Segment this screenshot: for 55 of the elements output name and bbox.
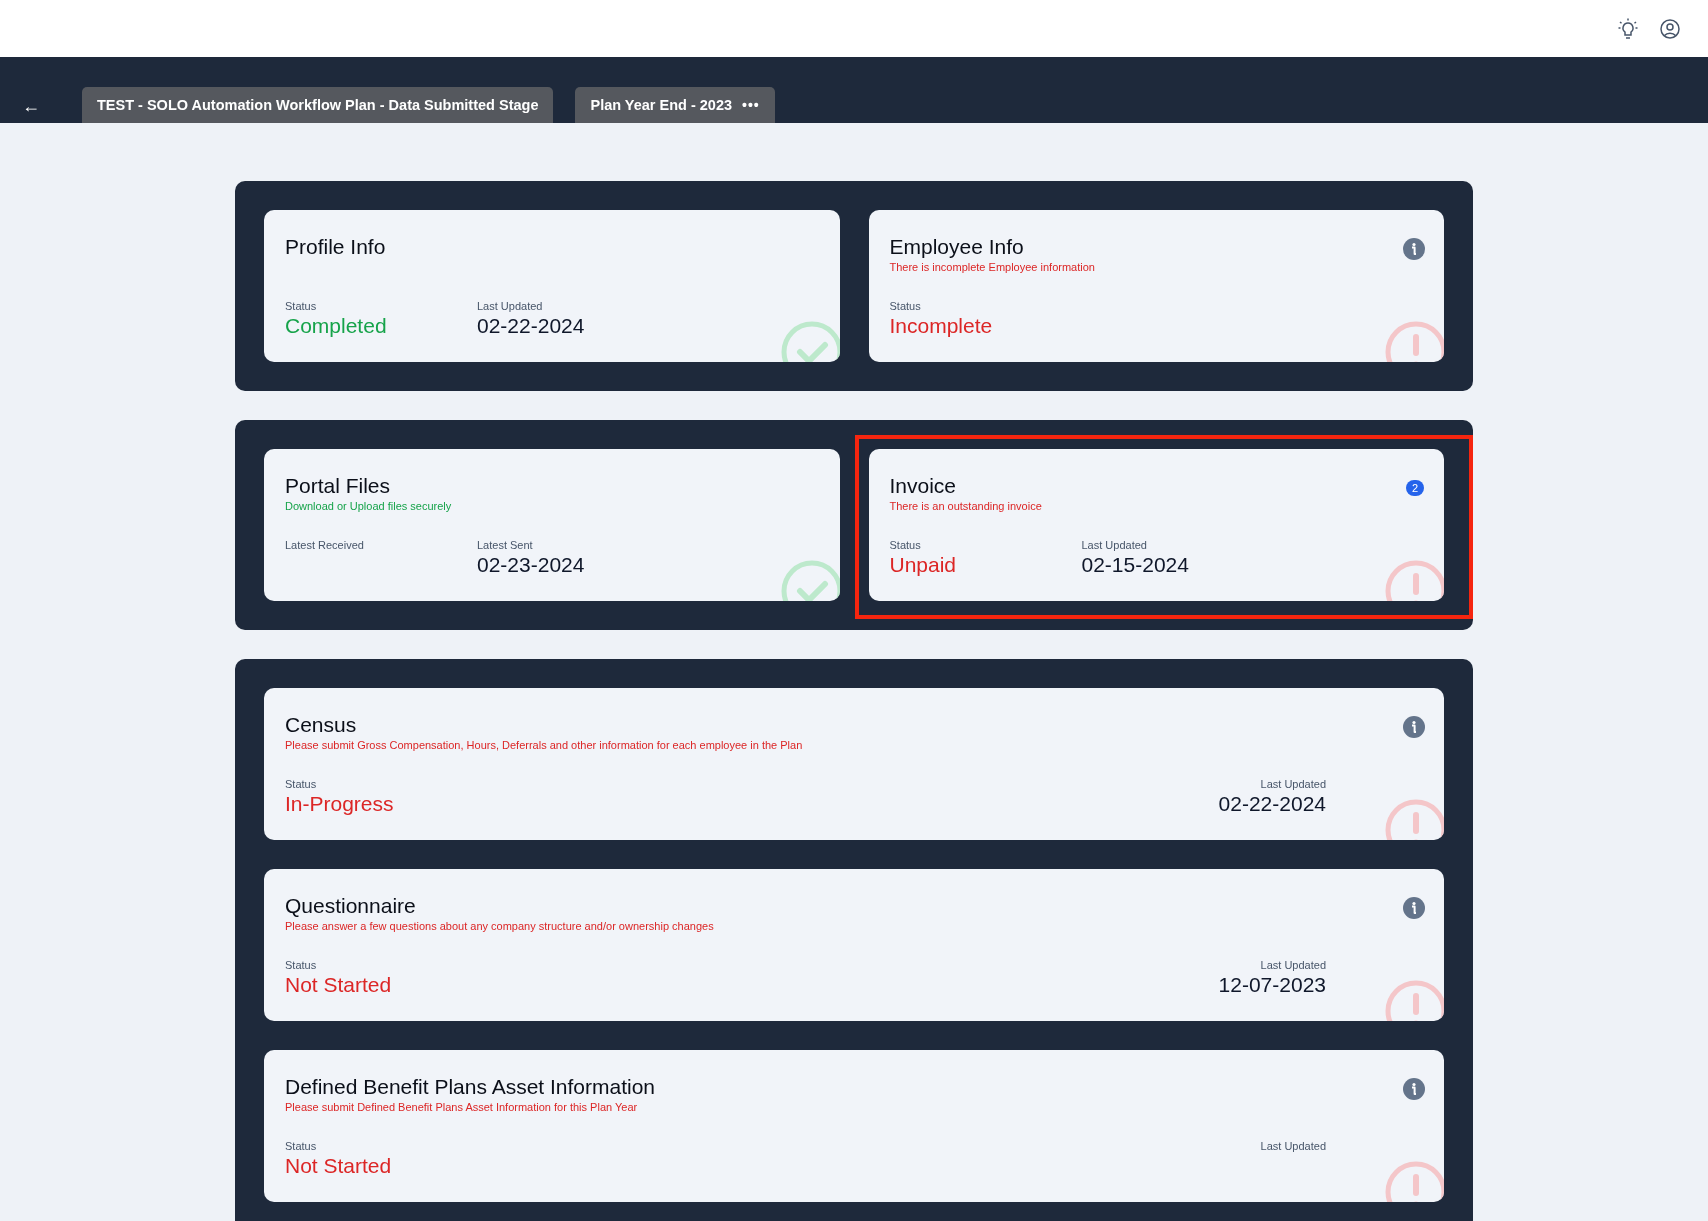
field-value: 02-22-2024 [1218,792,1326,816]
breadcrumb-tab[interactable]: Plan Year End - 2023 ••• [575,87,775,123]
card-description: There is an outstanding invoice [889,499,1042,513]
count-badge: 2 [1405,480,1424,496]
info-icon[interactable] [1403,238,1425,260]
user-circle-icon[interactable] [1660,18,1680,39]
card-title: Census [285,712,357,738]
field-label: Status [285,300,317,312]
field-value: 02-23-2024 [477,553,585,577]
more-menu[interactable]: ••• [742,97,760,113]
breadcrumb-tab[interactable]: TEST - SOLO Automation Workflow Plan - Data Submitted Stage [82,87,554,123]
field-value: Completed [285,314,387,338]
field-label: Latest Sent [477,539,533,551]
field-label: Last Updated [477,300,543,312]
card-title: Invoice [889,473,957,499]
field-value: Not Started [285,973,392,997]
card-title: Employee Info [889,234,1024,260]
field-value: 12-07-2023 [1218,973,1326,997]
info-icon[interactable] [1403,1078,1425,1100]
field-label: Status [889,300,921,312]
task-card[interactable]: Profile Info Status Completed Last Updated 02-22-2024 [264,210,840,362]
field-label: Last Updated [1260,1140,1326,1152]
info-icon[interactable] [1403,897,1425,919]
task-card[interactable]: Questionnaire Please answer a few questions about any company structure and/or ownership changes Status Not Started Last Updated 12-07-2023 [264,869,1444,1021]
card-title: Questionnaire [285,893,416,919]
lightbulb-icon[interactable] [1618,17,1638,40]
field-label: Last Updated [1260,959,1326,971]
field-label: Last Updated [1081,539,1147,551]
field-label: Last Updated [1260,778,1326,790]
card-description: Download or Upload files securely [285,499,452,513]
field-value: Unpaid [889,553,957,577]
task-card[interactable]: Census Please submit Gross Compensation, Hours, Deferrals and other information for each employee in the Plan Status In-Progress Last Updated 02-22-2024 [264,688,1444,840]
field-value: 02-22-2024 [477,314,585,338]
card-description: Please submit Gross Compensation, Hours, Deferrals and other information for each employee in the Plan [285,738,803,752]
card-title: Defined Benefit Plans Asset Information [285,1074,656,1100]
card-description: Please answer a few questions about any company structure and/or ownership changes [285,919,714,933]
field-value: In-Progress [285,792,394,816]
field-value: Not Started [285,1154,392,1178]
task-card[interactable]: Portal Files Download or Upload files securely Latest Received Latest Sent 02-23-2024 [264,449,840,601]
card-title: Portal Files [285,473,391,499]
task-card[interactable]: Defined Benefit Plans Asset Information Please submit Defined Benefit Plans Asset Information for this Plan Year Status Not Started Last Updated [264,1050,1444,1202]
info-icon[interactable] [1403,716,1425,738]
field-value: 02-15-2024 [1081,553,1189,577]
field-label: Status [285,959,317,971]
field-label: Status [285,1140,317,1152]
field-label: Status [889,539,921,551]
task-card[interactable]: Employee Info There is incomplete Employee information Status Incomplete [868,210,1444,362]
field-label: Status [285,778,317,790]
card-description: There is incomplete Employee information [889,260,1095,274]
field-value: Incomplete [889,314,993,338]
back-button[interactable]: ← [22,96,40,117]
card-description: Please submit Defined Benefit Plans Asset Information for this Plan Year [285,1100,638,1114]
task-card[interactable]: Invoice There is an outstanding invoice Status Unpaid Last Updated 02-15-2024 2 [868,449,1444,601]
field-label: Latest Received [285,539,364,551]
card-title: Profile Info [285,234,386,260]
